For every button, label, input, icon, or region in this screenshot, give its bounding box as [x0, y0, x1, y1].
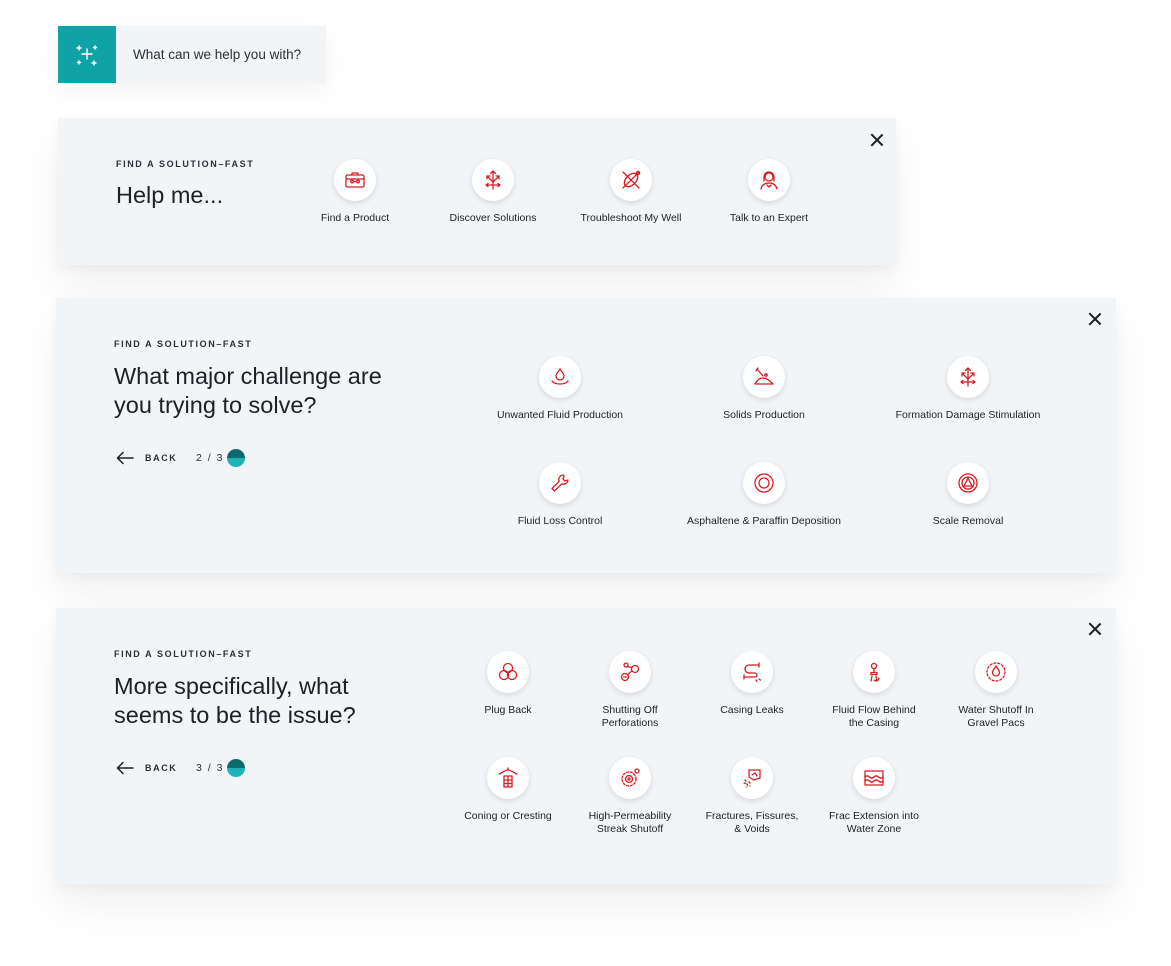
option-label: Water Shutoff In Gravel Pacs: [906, 704, 1086, 730]
option-label-line: Gravel Pacs: [967, 717, 1025, 729]
progress-dot: [227, 759, 245, 777]
wrench-icon: [539, 462, 581, 504]
permeability-icon: [609, 757, 651, 799]
option-label: Frac Extension into Water Zone: [784, 810, 964, 836]
option-label: Solids Production: [723, 409, 805, 421]
option-label: Scale Removal: [932, 515, 1004, 527]
close-icon[interactable]: [1086, 310, 1104, 328]
sparkle-icon[interactable]: [58, 26, 116, 83]
back-button[interactable]: BACK: [116, 761, 177, 775]
fluid-drop-icon: [539, 356, 581, 398]
panel-title-line: More specifically, what: [114, 673, 349, 699]
step-indicator: 2 / 3: [196, 452, 224, 464]
expert-icon: [748, 159, 790, 201]
back-arrow-icon: [116, 451, 134, 465]
concentric-rings-icon: [743, 462, 785, 504]
step-indicator: 3 / 3: [196, 762, 224, 774]
close-icon[interactable]: [1086, 620, 1104, 638]
arrows-diverging-icon: [947, 356, 989, 398]
help-me-panel: FIND A SOLUTION–FAST Help me... Find a P…: [58, 118, 896, 265]
toolbox-icon: [334, 159, 376, 201]
back-arrow-icon: [116, 761, 134, 775]
panel-title-line: What major challenge are: [114, 363, 382, 389]
back-label: BACK: [145, 453, 178, 463]
fractures-icon: [731, 757, 773, 799]
panel-title: Help me...: [116, 182, 224, 208]
option-talk-expert[interactable]: Talk to an Expert: [679, 159, 859, 225]
option-solids-production[interactable]: Solids Production: [674, 356, 854, 422]
option-label: Asphaltene & Paraffin Deposition: [687, 515, 841, 527]
option-label: Formation Damage Stimulation: [895, 409, 1041, 421]
panel-eyebrow: FIND A SOLUTION–FAST: [114, 649, 253, 659]
pipe-scale-icon: [947, 462, 989, 504]
option-water-shutoff-gravel[interactable]: Water Shutoff In Gravel Pacs: [906, 651, 1086, 730]
option-label-line: Perforations: [601, 717, 659, 729]
option-scale-removal[interactable]: Scale Removal: [878, 462, 1058, 528]
water-drop-ring-icon: [975, 651, 1017, 693]
option-label-line: Water Shutoff In: [958, 704, 1034, 716]
perforations-icon: [609, 651, 651, 693]
casing-leak-icon: [731, 651, 773, 693]
panel-title-line: seems to be the issue?: [114, 702, 356, 728]
panel-title: What major challenge are you trying to s…: [114, 362, 382, 420]
option-label: Unwanted Fluid Production: [496, 409, 624, 421]
arrows-diverging-icon: [472, 159, 514, 201]
water-zone-icon: [853, 757, 895, 799]
option-fluid-loss[interactable]: Fluid Loss Control: [470, 462, 650, 528]
option-label-line: Water Zone: [846, 823, 902, 835]
troubleshoot-icon: [610, 159, 652, 201]
search-bar[interactable]: What can we help you with?: [58, 26, 326, 83]
option-label: Fluid Loss Control: [517, 515, 603, 527]
coning-icon: [487, 757, 529, 799]
option-frac-extension-water-zone[interactable]: Frac Extension into Water Zone: [784, 757, 964, 836]
flow-behind-casing-icon: [853, 651, 895, 693]
specific-issue-panel: FIND A SOLUTION–FAST More specifically, …: [56, 608, 1116, 884]
major-challenge-panel: FIND A SOLUTION–FAST What major challeng…: [56, 298, 1116, 573]
option-formation-damage[interactable]: Formation Damage Stimulation: [878, 356, 1058, 422]
panel-title: More specifically, what seems to be the …: [114, 672, 356, 730]
close-icon[interactable]: [868, 131, 886, 149]
panel-eyebrow: FIND A SOLUTION–FAST: [116, 159, 255, 169]
triple-circles-icon: [487, 651, 529, 693]
back-button[interactable]: BACK: [116, 451, 177, 465]
panel-title-line: you trying to solve?: [114, 392, 317, 418]
solids-pile-icon: [743, 356, 785, 398]
back-label: BACK: [145, 763, 178, 773]
option-label: Talk to an Expert: [729, 212, 809, 224]
progress-dot: [227, 449, 245, 467]
option-asphaltene[interactable]: Asphaltene & Paraffin Deposition: [674, 462, 854, 528]
panel-eyebrow: FIND A SOLUTION–FAST: [114, 339, 253, 349]
search-prompt[interactable]: What can we help you with?: [116, 26, 301, 83]
option-unwanted-fluid[interactable]: Unwanted Fluid Production: [470, 356, 650, 422]
option-label-line: Frac Extension into: [829, 810, 919, 822]
